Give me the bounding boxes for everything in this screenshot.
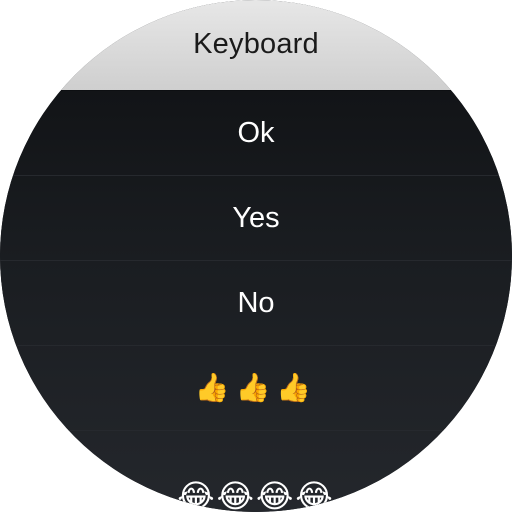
reply-label: Yes (232, 201, 280, 234)
reply-option-ok[interactable]: Ok (0, 91, 512, 176)
laughing-face-icon: 😂😂😂😂 (177, 476, 335, 512)
reply-option-thumbs-up[interactable]: 👍👍👍 (0, 346, 512, 431)
reply-label: No (237, 286, 275, 319)
header-title: Keyboard (193, 27, 319, 60)
reply-option-laughing[interactable]: 😂😂😂😂 (0, 431, 512, 512)
reply-label: Ok (237, 116, 275, 149)
watch-screen: Keyboard Ok Yes No 👍👍👍 😂😂😂😂 (0, 0, 512, 512)
quick-reply-list[interactable]: Ok Yes No 👍👍👍 😂😂😂😂 (0, 91, 512, 512)
thumbs-up-icon: 👍👍👍 (194, 371, 318, 404)
keyboard-header-button[interactable]: Keyboard (0, 0, 512, 91)
reply-option-yes[interactable]: Yes (0, 176, 512, 261)
reply-option-no[interactable]: No (0, 261, 512, 346)
